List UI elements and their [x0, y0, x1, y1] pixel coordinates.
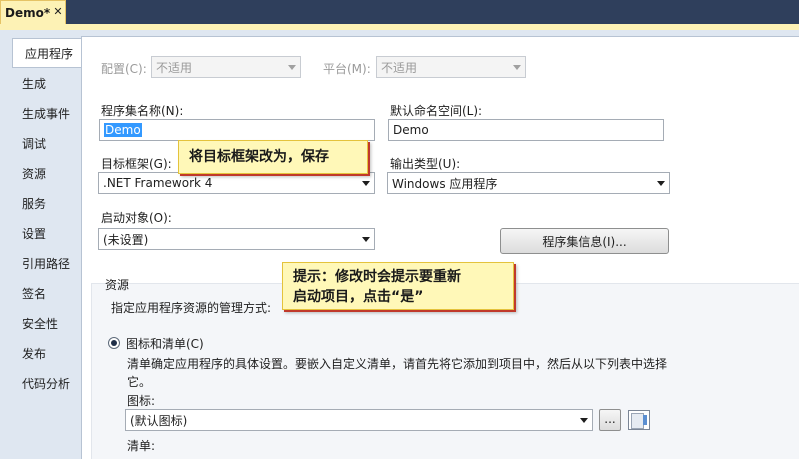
sidebar-item-label: 资源	[22, 166, 47, 181]
startup-object-label: 启动对象(O):	[101, 211, 172, 225]
sidebar-item-label: 签名	[22, 286, 47, 301]
platform-value: 不适用	[381, 60, 418, 75]
chevron-down-icon	[288, 65, 296, 70]
sidebar-item-label: 设置	[22, 226, 47, 241]
manifest-label: 清单:	[127, 439, 156, 453]
option-help-text-line1: 清单确定应用程序的具体设置。要嵌入自定义清单，请首先将它添加到项目中，然后从以下…	[127, 357, 668, 371]
icon-value: (默认图标)	[130, 413, 188, 428]
annotation-note-framework-text: 将目标框架改为，保存	[189, 149, 329, 165]
default-namespace-label: 默认命名空间(L):	[390, 104, 483, 118]
icon-label: 图标:	[127, 394, 156, 408]
sidebar-item-label: 生成	[22, 76, 47, 91]
assembly-name-value: Demo	[104, 123, 142, 137]
sidebar-item-label: 服务	[22, 196, 47, 211]
assembly-name-input[interactable]: Demo	[99, 119, 375, 141]
chevron-down-icon	[362, 237, 370, 242]
startup-object-value: (未设置)	[103, 232, 149, 247]
resources-group-title: 资源	[105, 278, 130, 292]
annotation-note-restart-line2: 启动项目，点击“是”	[293, 289, 424, 305]
annotation-note-restart-line1: 提示：修改时会提示要重新	[293, 269, 461, 285]
target-framework-value: .NET Framework 4	[103, 176, 213, 190]
chevron-down-icon	[580, 418, 588, 423]
sidebar-item-build[interactable]: 生成	[10, 68, 82, 98]
sidebar-item-code-analysis[interactable]: 代码分析	[10, 368, 82, 398]
sidebar-item-label: 安全性	[22, 316, 59, 331]
sidebar-item-debug[interactable]: 调试	[10, 128, 82, 158]
document-tab-demo[interactable]: Demo* ✕	[0, 0, 66, 24]
sidebar-item-resources[interactable]: 资源	[10, 158, 82, 188]
close-icon[interactable]: ✕	[51, 5, 65, 19]
platform-label: 平台(M):	[323, 62, 371, 76]
sidebar-item-settings[interactable]: 设置	[10, 218, 82, 248]
sidebar-item-publish[interactable]: 发布	[10, 338, 82, 368]
target-framework-dropdown[interactable]: .NET Framework 4	[98, 172, 375, 194]
sidebar-item-services[interactable]: 服务	[10, 188, 82, 218]
annotation-note-restart: 提示：修改时会提示要重新 启动项目，点击“是”	[282, 262, 514, 310]
config-value: 不适用	[156, 60, 193, 75]
browse-icon-button[interactable]: ...	[599, 409, 621, 431]
icon-manifest-radio[interactable]	[108, 337, 120, 349]
icon-preview-icon	[628, 410, 650, 430]
config-label: 配置(C):	[101, 62, 147, 76]
sidebar-item-label: 代码分析	[22, 376, 71, 391]
resources-description: 指定应用程序资源的管理方式:	[111, 301, 272, 315]
sidebar-item-reference-paths[interactable]: 引用路径	[10, 248, 82, 278]
sidebar-item-security[interactable]: 安全性	[10, 308, 82, 338]
chevron-down-icon	[513, 65, 521, 70]
default-namespace-input[interactable]: Demo	[388, 119, 664, 141]
sidebar-item-label: 发布	[22, 346, 47, 361]
output-type-value: Windows 应用程序	[392, 176, 498, 191]
startup-object-dropdown[interactable]: (未设置)	[98, 228, 375, 250]
sidebar-item-signing[interactable]: 签名	[10, 278, 82, 308]
target-framework-label: 目标框架(G):	[101, 157, 172, 171]
sidebar-item-label: 生成事件	[22, 106, 71, 121]
output-type-dropdown[interactable]: Windows 应用程序	[387, 172, 670, 194]
document-tab-title: Demo*	[5, 5, 51, 20]
option-help-text-line2: 它。	[127, 375, 152, 389]
output-type-label: 输出类型(U):	[390, 157, 461, 171]
assembly-info-button[interactable]: 程序集信息(I)...	[500, 228, 669, 254]
platform-dropdown: 不适用	[376, 56, 526, 78]
sidebar-item-build-events[interactable]: 生成事件	[10, 98, 82, 128]
properties-sidebar: 应用程序 生成 生成事件 调试 资源 服务 设置 引用路径 签名 安全性 发布 …	[10, 36, 86, 459]
sidebar-item-label: 调试	[22, 136, 47, 151]
sidebar-item-label: 应用程序	[25, 46, 74, 61]
annotation-note-framework: 将目标框架改为，保存	[178, 140, 368, 174]
icon-manifest-option-label: 图标和清单(C)	[126, 337, 204, 351]
document-tab-strip: Demo* ✕	[0, 0, 799, 24]
assembly-name-label: 程序集名称(N):	[101, 104, 184, 118]
sidebar-item-application[interactable]: 应用程序	[12, 38, 86, 68]
icon-dropdown[interactable]: (默认图标)	[125, 409, 593, 431]
default-namespace-value: Demo	[393, 123, 429, 137]
chevron-down-icon	[657, 181, 665, 186]
sidebar-item-label: 引用路径	[22, 256, 71, 271]
chevron-down-icon	[362, 181, 370, 186]
config-dropdown: 不适用	[151, 56, 301, 78]
